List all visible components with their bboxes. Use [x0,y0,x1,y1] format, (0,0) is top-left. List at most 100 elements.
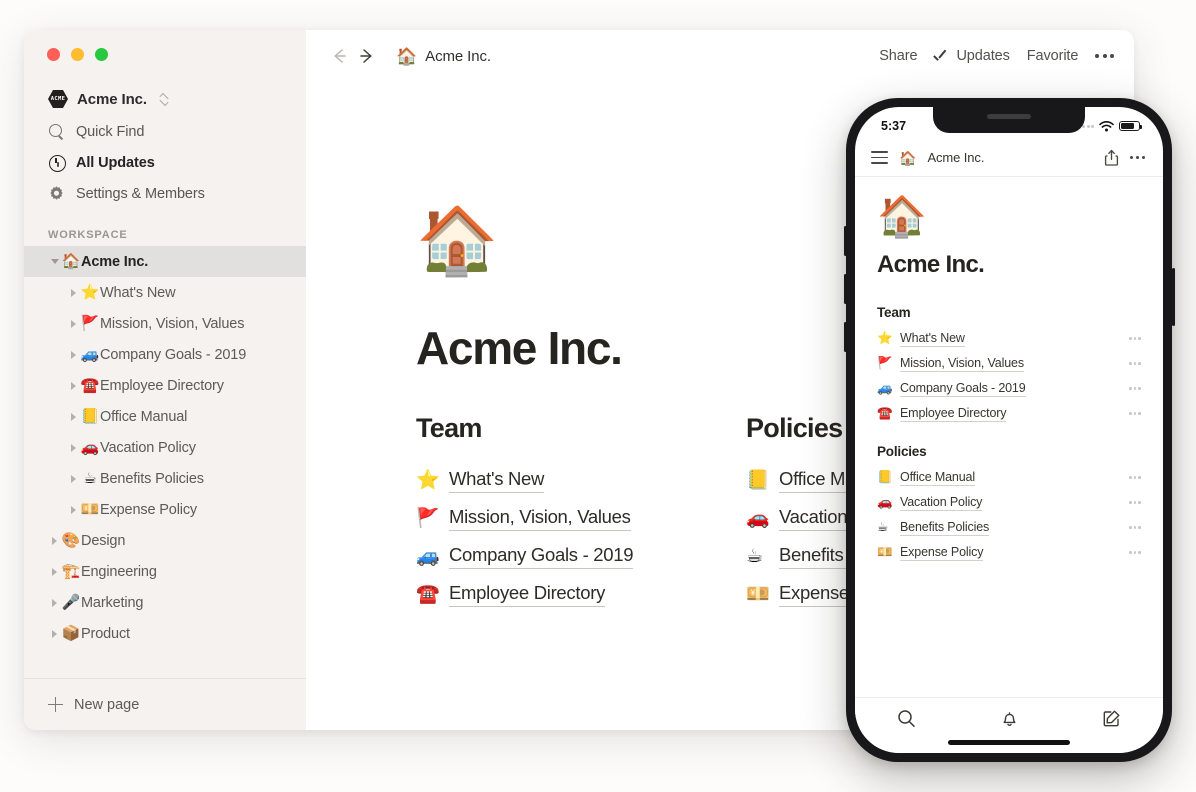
page-link-label[interactable]: What's New [449,468,544,493]
ellipsis-icon[interactable] [1129,387,1141,390]
sidebar-tree-item[interactable]: 🚙 Company Goals - 2019 [24,339,306,370]
page-link-label[interactable]: Employee Directory [449,582,605,607]
share-icon[interactable] [1104,149,1119,166]
breadcrumb[interactable]: 🏠 Acme Inc. [396,48,491,65]
phone-link-emoji: 📒 [877,470,893,485]
sidebar-item-all-updates[interactable]: All Updates [24,147,306,178]
chevron-down-icon[interactable] [48,259,61,264]
page-link-row[interactable]: ⭐ What's New [416,461,746,499]
sidebar-tree-item[interactable]: 🏠 Acme Inc. [24,246,306,277]
phone-link-label[interactable]: Mission, Vision, Values [900,356,1024,372]
tree-item-label: Product [81,625,130,642]
page-link-label[interactable]: Mission, Vision, Values [449,506,631,531]
phone-link-emoji: ☕ [877,520,889,535]
acme-logo-text: ACME [50,96,66,102]
sidebar-tree-item[interactable]: 🎨 Design [24,525,306,556]
chevron-right-icon[interactable] [48,598,61,607]
sidebar-tree-item[interactable]: 💴 Expense Policy [24,494,306,525]
arrow-left-icon[interactable] [328,45,350,67]
phone-link-row[interactable]: 💴 Expense Policy [877,540,1141,565]
tree-item-label: Office Manual [100,408,188,425]
sidebar-tree-item[interactable]: 🏗️ Engineering [24,556,306,587]
page-link-row[interactable]: 🚩 Mission, Vision, Values [416,499,746,537]
ellipsis-icon[interactable] [1129,476,1141,479]
ellipsis-icon[interactable] [1129,501,1141,504]
sidebar-tree-item[interactable]: 🚗 Vacation Policy [24,432,306,463]
chevron-up-down-icon [159,92,169,106]
chevron-right-icon[interactable] [48,567,61,576]
phone-link-label[interactable]: Company Goals - 2019 [900,381,1026,397]
sidebar-page-tree: 🏠 Acme Inc. ⭐ What's New 🚩 Mission, Vision, V… [24,246,306,649]
sidebar-section-label: WORKSPACE [48,229,128,241]
gear-icon [48,185,65,202]
phone-link-row[interactable]: 🚗 Vacation Policy [877,490,1141,515]
minimize-window-button[interactable] [71,48,84,61]
tree-item-label: What's New [100,284,176,301]
phone-link-label[interactable]: Vacation Policy [900,495,982,511]
phone-link-label[interactable]: Employee Directory [900,406,1007,422]
sidebar-tree-item[interactable]: ☎️ Employee Directory [24,370,306,401]
phone-link-row[interactable]: 🚩 Mission, Vision, Values [877,351,1141,376]
sidebar-item-settings-members[interactable]: Settings & Members [24,178,306,209]
tab-compose[interactable] [1060,709,1163,728]
favorite-label: Favorite [1026,48,1079,64]
chevron-right-icon[interactable] [67,319,80,328]
sidebar-tree-item[interactable]: 📒 Office Manual [24,401,306,432]
ellipsis-icon[interactable] [1129,362,1141,365]
phone-header-emoji: 🏠 [899,149,917,166]
sidebar-tree-item[interactable]: 🚩 Mission, Vision, Values [24,308,306,339]
chevron-right-icon[interactable] [67,381,80,390]
chevron-right-icon[interactable] [67,443,80,452]
hamburger-menu-icon[interactable] [871,151,888,164]
phone-link-row[interactable]: ☎️ Employee Directory [877,401,1141,426]
page-link-row[interactable]: ☎️ Employee Directory [416,575,746,613]
sidebar-tree-item[interactable]: 🎤 Marketing [24,587,306,618]
ellipsis-icon[interactable] [1129,526,1141,529]
maximize-window-button[interactable] [95,48,108,61]
ellipsis-icon[interactable] [1129,551,1141,554]
tab-search[interactable] [855,709,958,728]
tree-item-label: Acme Inc. [81,253,149,270]
phone-link-row[interactable]: 📒 Office Manual [877,465,1141,490]
tree-item-label: Engineering [81,563,157,580]
workspace-switcher[interactable]: ACME Acme Inc. [24,82,306,116]
ellipsis-icon[interactable] [1129,412,1141,415]
ellipsis-icon[interactable] [1129,155,1145,160]
phone-link-label[interactable]: Benefits Policies [900,520,989,536]
phone-link-row[interactable]: 🚙 Company Goals - 2019 [877,376,1141,401]
check-icon [934,51,949,62]
chevron-right-icon[interactable] [67,505,80,514]
favorite-button[interactable]: Favorite [1027,48,1079,64]
chevron-right-icon[interactable] [67,288,80,297]
chevron-right-icon[interactable] [67,412,80,421]
share-button[interactable]: Share [879,48,917,64]
phone-link-row[interactable]: ⭐ What's New [877,326,1141,351]
chevron-right-icon[interactable] [48,536,61,545]
status-indicators [1077,120,1143,132]
sidebar-tree-item[interactable]: ☕ Benefits Policies [24,463,306,494]
close-window-button[interactable] [47,48,60,61]
phone-app-header: 🏠 Acme Inc. [855,139,1163,177]
phone-link-label[interactable]: Expense Policy [900,545,984,561]
phone-section-heading: Team [877,305,911,320]
sidebar-tree-item[interactable]: ⭐ What's New [24,277,306,308]
tab-notifications[interactable] [958,709,1061,728]
phone-link-row[interactable]: ☕ Benefits Policies [877,515,1141,540]
ellipsis-icon[interactable] [1095,53,1114,59]
chevron-right-icon[interactable] [67,350,80,359]
page-link-label[interactable]: Company Goals - 2019 [449,544,634,569]
sidebar-item-quick-find[interactable]: Quick Find [24,116,306,147]
phone-link-emoji: ⭐ [877,331,893,346]
ellipsis-icon[interactable] [1129,337,1141,340]
phone-link-label[interactable]: What's New [900,331,965,347]
arrow-right-icon[interactable] [356,45,378,67]
phone-link-label[interactable]: Office Manual [900,470,975,486]
tree-item-emoji: 🚗 [80,439,100,456]
chevron-right-icon[interactable] [48,629,61,638]
updates-button[interactable]: Updates [934,48,1009,64]
phone-mockup: 5:37 🏠 Acme Inc. 🏠 Acme Inc. Team ⭐ What… [843,98,1175,762]
sidebar-tree-item[interactable]: 📦 Product [24,618,306,649]
chevron-right-icon[interactable] [67,474,80,483]
page-link-row[interactable]: 🚙 Company Goals - 2019 [416,537,746,575]
new-page-button[interactable]: New page [24,678,306,730]
